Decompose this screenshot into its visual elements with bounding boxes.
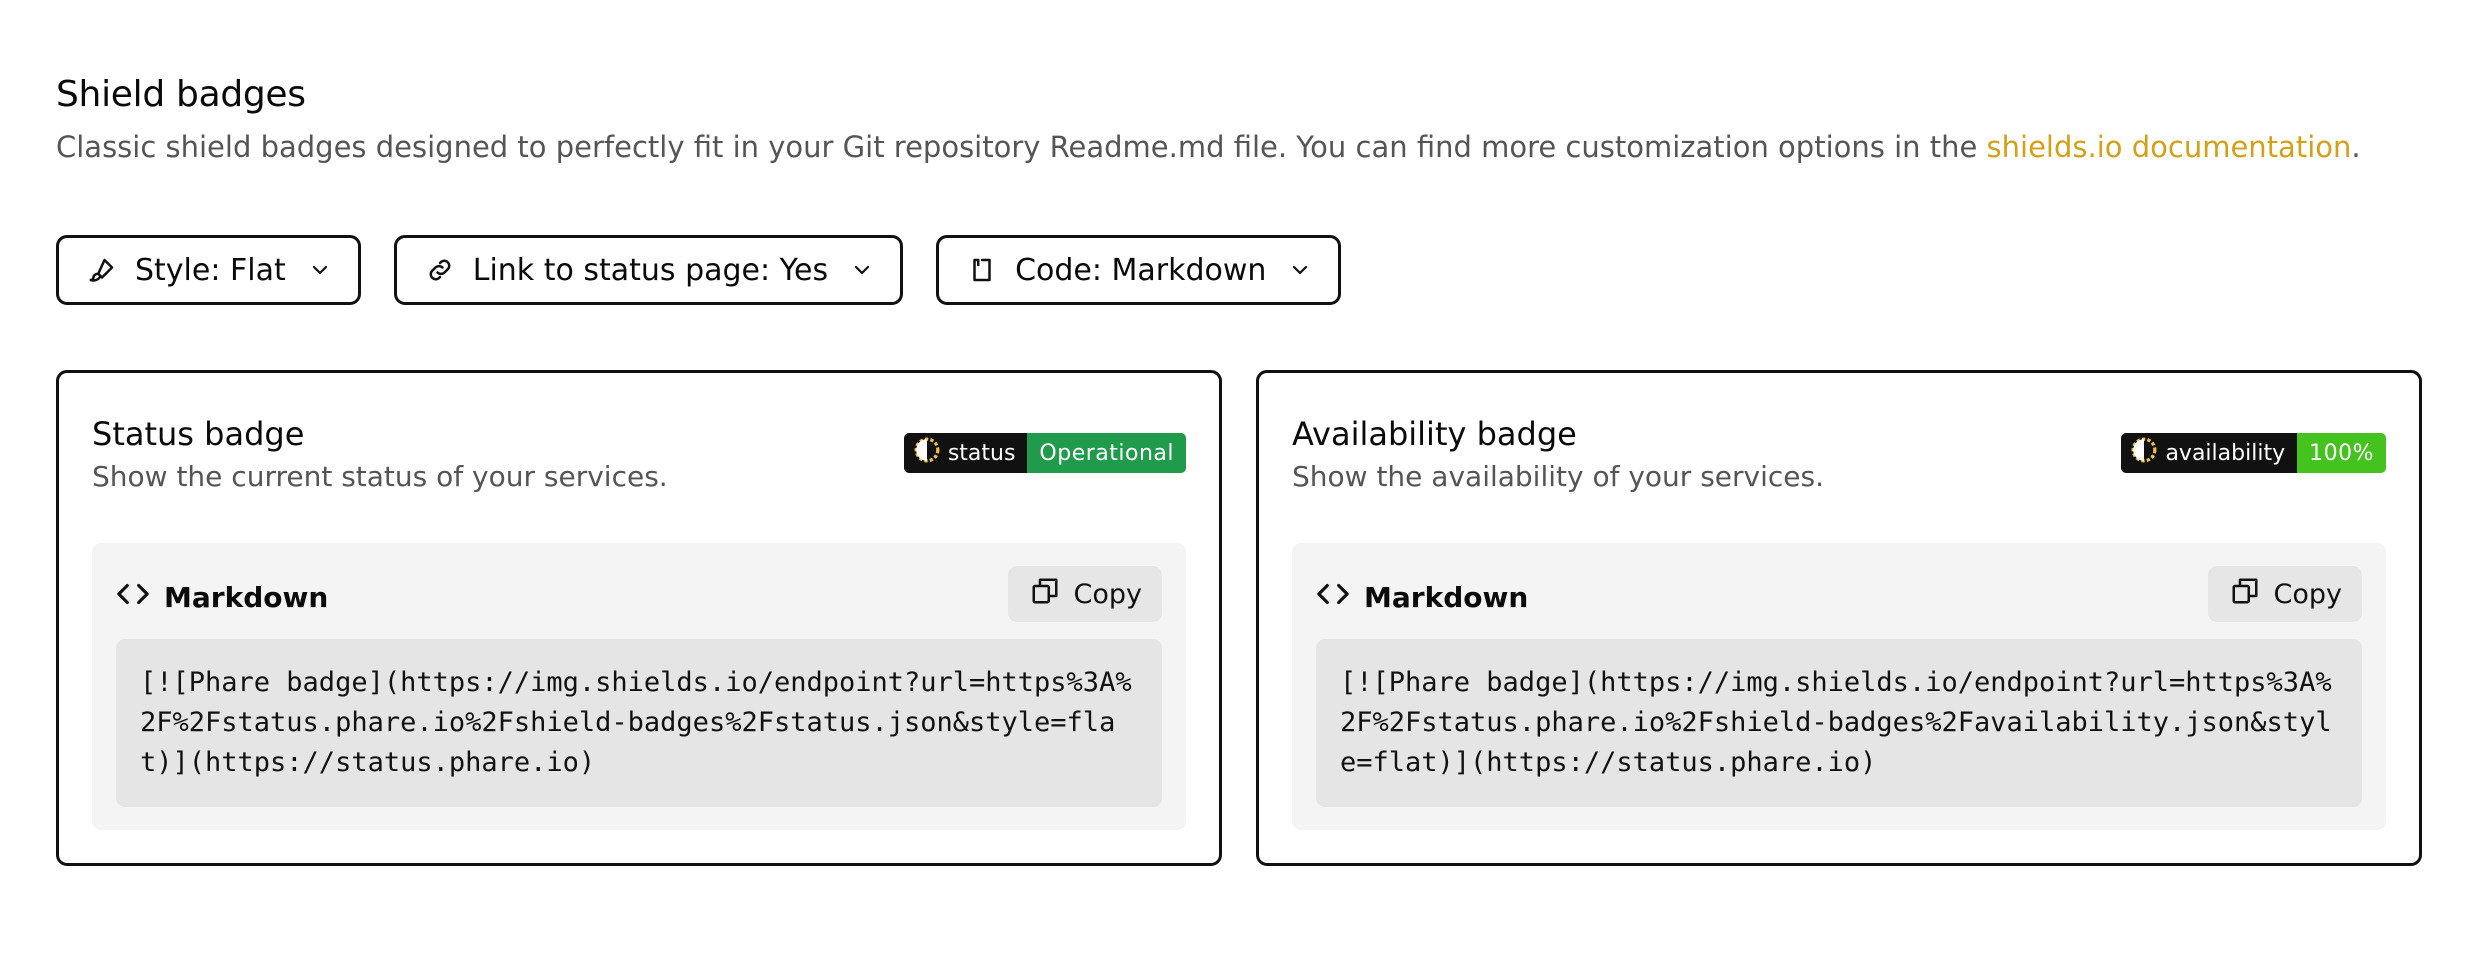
card-title: Availability badge	[1292, 415, 1577, 453]
subtitle-text: Classic shield badges designed to perfec…	[56, 130, 1987, 164]
code-snippet[interactable]: [![Phare badge](https://img.shields.io/e…	[1316, 639, 2362, 807]
code-brackets-icon	[116, 577, 150, 618]
code-file-icon	[965, 253, 999, 287]
style-dropdown[interactable]: Style: Flat	[56, 235, 361, 305]
badge-right: Operational	[1027, 433, 1186, 473]
code-dropdown-label: Code: Markdown	[1015, 252, 1267, 288]
code-format-text: Markdown	[164, 581, 329, 614]
chevron-down-icon	[308, 258, 332, 282]
style-dropdown-label: Style: Flat	[135, 252, 286, 288]
copy-label: Copy	[1073, 578, 1143, 610]
code-format-label: Markdown	[116, 577, 328, 618]
card-title: Status badge	[92, 415, 305, 453]
link-dropdown-label: Link to status page: Yes	[472, 252, 829, 288]
link-dropdown[interactable]: Link to status page: Yes	[393, 235, 904, 305]
badge-left-label: availability	[2165, 440, 2286, 466]
page-subtitle: Classic shield badges designed to perfec…	[56, 130, 2361, 164]
filter-bar: Style: Flat Link to status page: Yes Cod…	[56, 235, 1342, 305]
brush-icon	[85, 253, 119, 287]
copy-label: Copy	[2273, 578, 2343, 610]
page: Shield badges Classic shield badges desi…	[0, 0, 2478, 962]
status-badge-card: Status badge Show the current status of …	[56, 370, 1222, 866]
copy-icon	[1030, 576, 1060, 613]
code-snippet[interactable]: [![Phare badge](https://img.shields.io/e…	[116, 639, 1162, 807]
code-dropdown[interactable]: Code: Markdown	[936, 235, 1342, 305]
badge-right: 100%	[2297, 433, 2386, 473]
copy-icon	[2230, 576, 2260, 613]
phare-logo-icon	[914, 437, 940, 469]
code-format-label: Markdown	[1316, 577, 1528, 618]
badge-left: availability	[2121, 433, 2298, 473]
status-shield-badge: status Operational	[903, 433, 1186, 473]
availability-shield-badge: availability 100%	[2121, 433, 2386, 473]
phare-logo-icon	[2131, 437, 2157, 469]
badge-left: status	[903, 433, 1028, 473]
card-description: Show the availability of your services.	[1292, 460, 1824, 493]
page-title: Shield badges	[56, 74, 306, 115]
copy-button[interactable]: Copy	[2207, 566, 2362, 622]
subtitle-end: .	[2351, 130, 2361, 164]
code-format-text: Markdown	[1364, 581, 1529, 614]
code-brackets-icon	[1316, 577, 1350, 618]
availability-badge-card: Availability badge Show the availability…	[1256, 370, 2422, 866]
copy-button[interactable]: Copy	[1007, 566, 1162, 622]
chevron-down-icon	[1288, 258, 1312, 282]
shields-docs-link[interactable]: shields.io documentation	[1987, 130, 2352, 164]
badge-left-label: status	[947, 440, 1016, 466]
code-panel: Markdown Copy [![Phare badge](https://im…	[1292, 543, 2386, 830]
card-description: Show the current status of your services…	[92, 460, 668, 493]
code-panel: Markdown Copy [![Phare badge](https://im…	[92, 543, 1186, 830]
link-icon	[423, 253, 457, 287]
chevron-down-icon	[850, 258, 874, 282]
